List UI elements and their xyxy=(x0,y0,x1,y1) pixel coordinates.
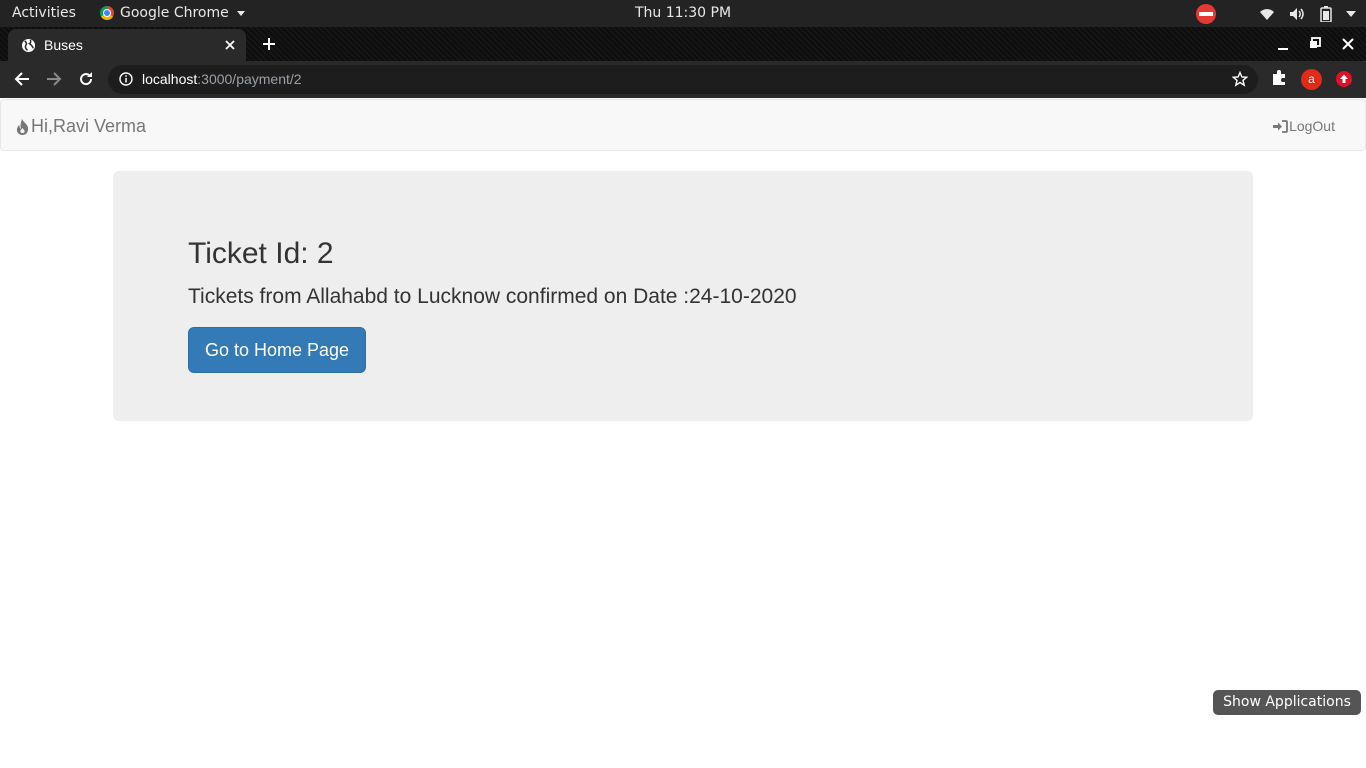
tab-strip: Buses xyxy=(0,27,1366,61)
log-in-icon xyxy=(1273,119,1288,133)
navbar: Hi,Ravi Verma LogOut xyxy=(0,99,1366,151)
app-menu-label: Google Chrome xyxy=(120,5,229,21)
ticket-id-heading: Ticket Id: 2 xyxy=(188,237,334,270)
extension-a-icon[interactable]: a xyxy=(1301,69,1322,90)
volume-icon xyxy=(1290,7,1304,20)
extensions-puzzle-icon[interactable] xyxy=(1271,69,1288,86)
user-greeting: Hi,Ravi Verma xyxy=(31,116,147,136)
wifi-icon xyxy=(1260,8,1274,20)
new-tab-icon[interactable] xyxy=(261,36,277,52)
system-top-bar: Activities Google Chrome Thu 11:30 PM xyxy=(0,0,1366,27)
maximize-icon[interactable] xyxy=(1309,36,1321,52)
url-text[interactable]: localhost:3000/payment/2 xyxy=(142,71,302,87)
back-icon[interactable] xyxy=(14,71,30,87)
logout-link[interactable]: LogOut xyxy=(1273,118,1335,134)
go-home-button[interactable]: Go to Home Page xyxy=(188,327,366,373)
page-content: Hi,Ravi Verma LogOut Ticket Id: 2 Ticket… xyxy=(0,98,1366,768)
clock[interactable]: Thu 11:30 PM xyxy=(635,5,731,21)
globe-icon xyxy=(21,38,36,53)
ticket-confirmation-message: Tickets from Allahabd to Lucknow confirm… xyxy=(188,285,797,308)
fire-icon xyxy=(16,118,29,135)
address-bar[interactable]: localhost:3000/payment/2 xyxy=(108,65,1258,94)
activities-button[interactable]: Activities xyxy=(12,5,76,21)
ticket-confirmation-panel: Ticket Id: 2 Tickets from Allahabd to Lu… xyxy=(113,171,1253,421)
extension-upload-icon[interactable] xyxy=(1336,71,1352,87)
caret-down-icon xyxy=(236,10,245,16)
system-menu-caret-icon xyxy=(1346,10,1356,17)
navbar-brand[interactable]: Hi,Ravi Verma xyxy=(15,116,146,137)
browser-toolbar: localhost:3000/payment/2 a xyxy=(0,61,1366,98)
battery-icon xyxy=(1320,5,1332,22)
show-applications-tooltip: Show Applications xyxy=(1213,690,1361,715)
url-path: :3000/payment/2 xyxy=(197,71,302,87)
minimize-icon[interactable] xyxy=(1277,36,1289,52)
logout-label: LogOut xyxy=(1289,118,1335,134)
url-host: localhost xyxy=(142,71,198,87)
forward-icon[interactable] xyxy=(46,71,62,87)
close-window-icon[interactable] xyxy=(1342,36,1354,52)
app-menu[interactable]: Google Chrome xyxy=(100,5,245,21)
site-info-icon[interactable] xyxy=(119,72,133,86)
tab-close-icon[interactable] xyxy=(222,37,238,53)
tab-title: Buses xyxy=(44,37,83,53)
chrome-logo-icon xyxy=(100,6,114,20)
tab-buses[interactable]: Buses xyxy=(8,29,246,61)
system-tray[interactable] xyxy=(1195,3,1356,24)
bookmark-star-icon[interactable] xyxy=(1232,71,1248,87)
reload-icon[interactable] xyxy=(78,71,94,87)
do-not-disturb-icon xyxy=(1196,3,1216,24)
